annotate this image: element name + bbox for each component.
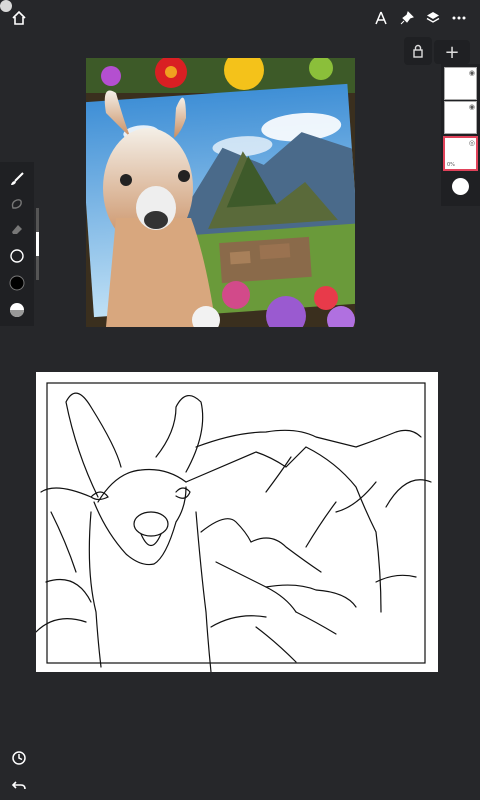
compass-icon[interactable] bbox=[370, 7, 392, 29]
drawing-canvas[interactable] bbox=[35, 372, 438, 673]
eye-icon[interactable]: ◎ bbox=[469, 139, 475, 147]
eye-icon[interactable]: ◉ bbox=[469, 69, 475, 77]
brush-icon[interactable] bbox=[8, 170, 26, 188]
layers-panel: ◉ ◉ ◎ 0% bbox=[441, 64, 480, 206]
sketch-lines bbox=[35, 382, 432, 673]
eye-icon[interactable]: ◉ bbox=[469, 103, 475, 111]
pin-icon[interactable] bbox=[396, 7, 418, 29]
color-icon[interactable] bbox=[8, 274, 26, 292]
layer-thumbnail[interactable]: ◉ bbox=[444, 101, 477, 134]
layer-thumbnail-selected[interactable]: ◎ 0% bbox=[443, 136, 478, 171]
eraser-icon[interactable] bbox=[8, 220, 26, 238]
layers-icon[interactable] bbox=[422, 7, 444, 29]
layer-thumbnail[interactable]: ◉ bbox=[444, 67, 477, 100]
opacity-icon[interactable] bbox=[8, 301, 26, 319]
brush-size-icon[interactable] bbox=[8, 247, 26, 265]
add-layer-button[interactable]: + bbox=[434, 40, 470, 64]
reference-image[interactable] bbox=[86, 58, 355, 327]
more-icon[interactable] bbox=[448, 7, 470, 29]
layer-opacity-label: 0% bbox=[447, 162, 455, 168]
brush-slider-thumb[interactable] bbox=[36, 232, 39, 256]
smudge-icon[interactable] bbox=[8, 195, 26, 213]
top-toolbar bbox=[370, 7, 470, 29]
lock-icon[interactable] bbox=[404, 37, 432, 65]
reference-image-drawing bbox=[86, 58, 355, 327]
history-icon[interactable] bbox=[8, 747, 30, 769]
undo-icon[interactable] bbox=[8, 774, 30, 796]
home-icon[interactable] bbox=[8, 7, 30, 29]
tools-panel bbox=[0, 162, 34, 326]
layer-color-swatch[interactable] bbox=[452, 178, 469, 195]
